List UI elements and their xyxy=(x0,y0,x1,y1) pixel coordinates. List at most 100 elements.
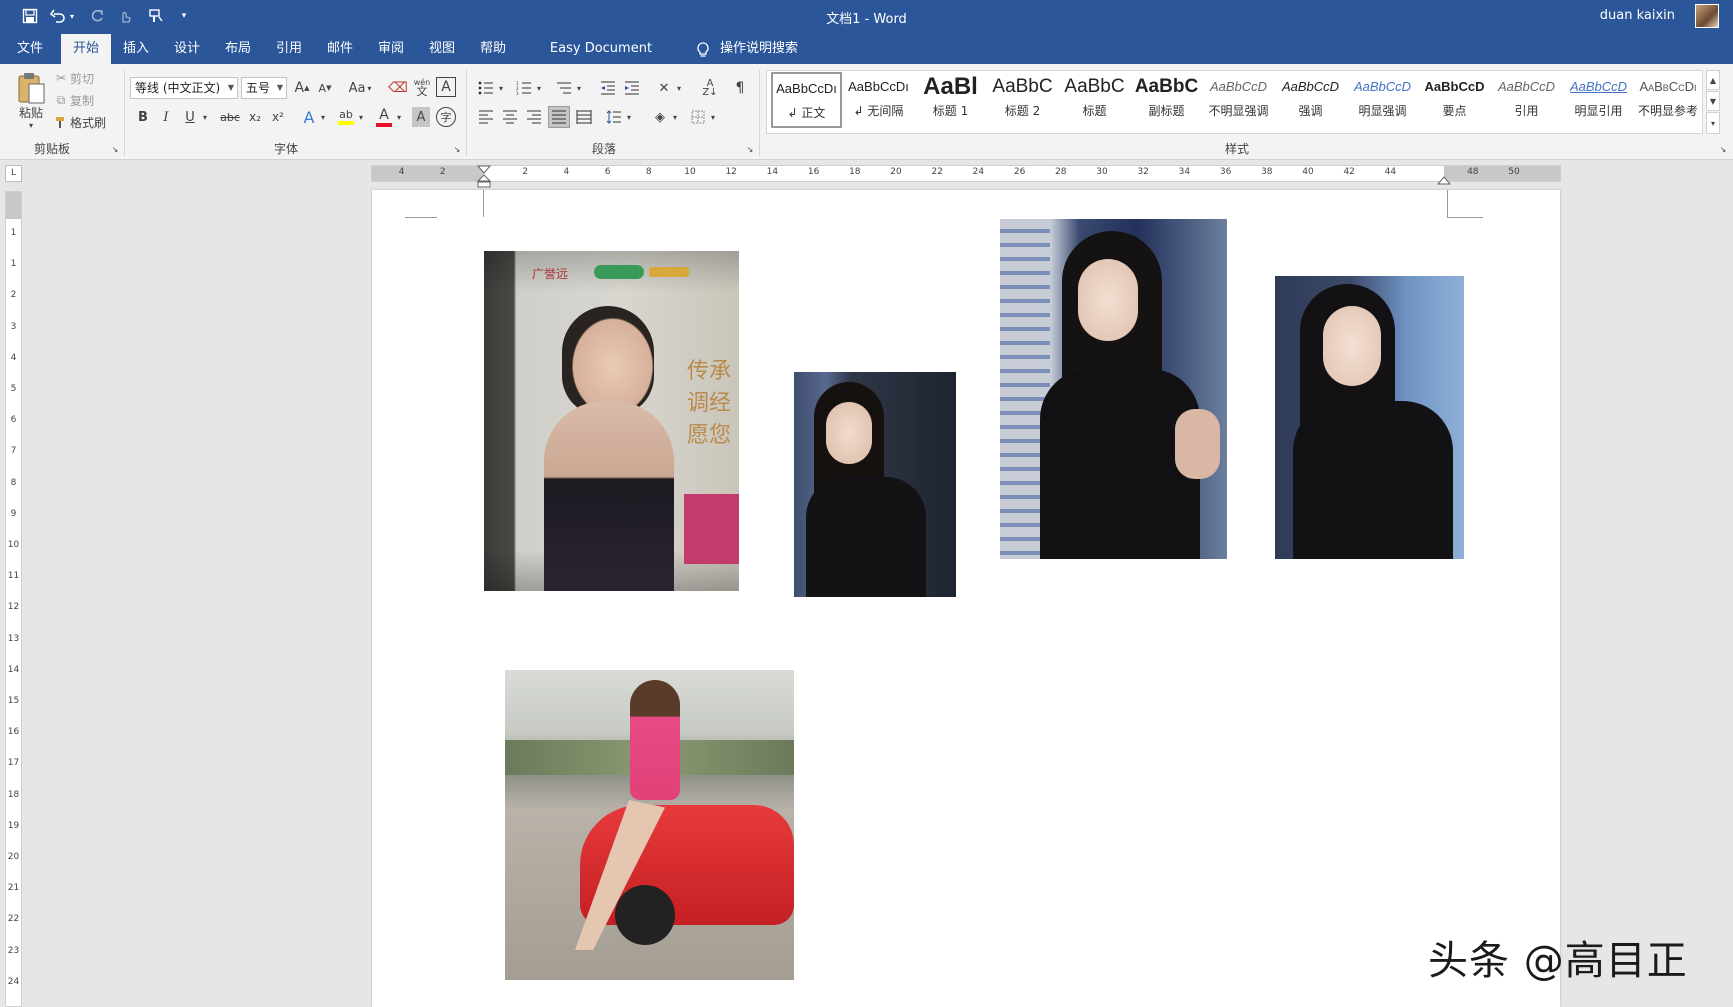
font-color-dropdown-icon[interactable]: ▾ xyxy=(394,106,404,128)
avatar[interactable] xyxy=(1695,4,1719,28)
right-indent-marker[interactable] xyxy=(1436,174,1452,185)
paragraph-launcher-icon[interactable]: ↘ xyxy=(745,144,755,154)
tab-home[interactable]: 开始 xyxy=(61,34,111,64)
shading-bucket-icon[interactable]: ◈ xyxy=(650,106,670,128)
character-shading-icon[interactable]: A xyxy=(412,107,430,127)
style-subtle-emphasis[interactable]: AaBbCcD 不明显强调 xyxy=(1203,72,1274,128)
text-effects-icon[interactable]: A xyxy=(300,106,318,128)
line-spacing-dropdown-icon[interactable]: ▾ xyxy=(624,106,634,128)
format-painter-button[interactable]: 格式刷 xyxy=(70,114,114,130)
styles-launcher-icon[interactable]: ↘ xyxy=(1718,144,1728,154)
text-effects-dropdown-icon[interactable]: ▾ xyxy=(318,106,328,128)
styles-scroll-down-icon[interactable]: ▼ xyxy=(1706,91,1720,111)
copy-button[interactable]: 复制 xyxy=(70,92,104,108)
sort-icon[interactable]: A Z↓ xyxy=(700,77,720,99)
character-border-icon[interactable]: A xyxy=(436,77,456,97)
paste-dropdown-icon[interactable]: ▾ xyxy=(24,120,38,130)
style-heading-2[interactable]: AaBbC 标题 2 xyxy=(987,72,1058,128)
copy-icon[interactable]: ⧉ xyxy=(54,92,68,108)
underline-dropdown-icon[interactable]: ▾ xyxy=(200,106,210,128)
portrait-photo-small[interactable] xyxy=(794,372,956,597)
strikethrough-button[interactable]: abc xyxy=(218,106,242,128)
format-painter-brush-icon[interactable] xyxy=(54,114,68,130)
style-subtitle[interactable]: AaBbC 副标题 xyxy=(1131,72,1202,128)
tab-mailings[interactable]: 邮件 xyxy=(318,34,362,64)
tab-file[interactable]: 文件 xyxy=(8,34,52,64)
increase-indent-icon[interactable] xyxy=(622,77,642,99)
phonetic-guide-button[interactable]: wén 文 xyxy=(412,75,432,99)
bold-button[interactable]: B xyxy=(134,106,152,128)
show-hide-marks-icon[interactable]: ¶ xyxy=(730,77,750,99)
asian-layout-icon[interactable]: ✕ xyxy=(654,77,674,99)
style-quote[interactable]: AaBbCcD 引用 xyxy=(1491,72,1562,128)
styles-scroll-up-icon[interactable]: ▲ xyxy=(1706,70,1720,90)
highlight-button[interactable]: ab xyxy=(336,106,356,128)
tell-me-search[interactable]: 操作说明搜索 xyxy=(720,34,820,64)
cut-icon[interactable]: ✂ xyxy=(54,70,68,86)
tab-references[interactable]: 引用 xyxy=(267,34,311,64)
superscript-button[interactable]: x² xyxy=(268,106,288,128)
justify-icon[interactable] xyxy=(548,106,570,128)
styles-more-icon[interactable]: ▾ xyxy=(1706,112,1720,134)
distributed-icon[interactable] xyxy=(574,106,594,128)
line-spacing-icon[interactable] xyxy=(604,106,624,128)
tab-help[interactable]: 帮助 xyxy=(471,34,515,64)
tab-easy-document-creator[interactable]: Easy Document Creator xyxy=(526,34,676,86)
portrait-photo-right[interactable] xyxy=(1275,276,1464,559)
hanging-indent-marker[interactable] xyxy=(476,174,492,188)
align-right-icon[interactable] xyxy=(524,106,544,128)
tab-view[interactable]: 视图 xyxy=(420,34,464,64)
numbering-dropdown-icon[interactable]: ▾ xyxy=(534,77,544,99)
change-case-button[interactable]: Aa ▾ xyxy=(344,77,376,99)
font-launcher-icon[interactable]: ↘ xyxy=(452,144,462,154)
font-size-dropdown[interactable]: 五号 ▼ xyxy=(241,77,287,99)
vertical-ruler[interactable]: 1 1 2 3 4 5 6 7 8 9 10 11 12 13 14 15 16 17 18 19 20 21 22 23 24… xyxy=(5,191,22,1007)
paste-icon[interactable] xyxy=(14,70,48,106)
asian-layout-dropdown-icon[interactable]: ▾ xyxy=(674,77,684,99)
shading-dropdown-icon[interactable]: ▾ xyxy=(670,106,680,128)
tab-selector[interactable]: L xyxy=(5,165,22,182)
clear-formatting-icon[interactable]: ⌫ xyxy=(388,77,408,99)
lightbulb-icon[interactable] xyxy=(695,41,711,58)
italic-button[interactable]: I xyxy=(157,106,175,128)
numbering-icon[interactable]: 123 xyxy=(514,77,534,99)
horizontal-ruler[interactable]: 4 2 2 4 6 8 10 12 14 16 18 20 22 24 26 28 30 32 34 36 38 40 42… xyxy=(371,164,1561,188)
red-car-photo[interactable] xyxy=(505,670,794,980)
underline-button[interactable]: U xyxy=(181,106,199,128)
enclose-characters-icon[interactable]: 字 xyxy=(436,107,456,127)
style-strong[interactable]: AaBbCcD 要点 xyxy=(1419,72,1490,128)
bullets-dropdown-icon[interactable]: ▾ xyxy=(496,77,506,99)
document-page[interactable]: 广誉远 传承 调经 愿您 xyxy=(372,190,1560,1007)
multilevel-list-icon[interactable] xyxy=(554,77,574,99)
paste-button[interactable]: 粘贴 xyxy=(12,104,50,120)
style-title[interactable]: AaBbC 标题 xyxy=(1059,72,1130,128)
style-subtle-reference[interactable]: AaBbCcDı 不明显参考 xyxy=(1635,72,1701,128)
font-color-button[interactable]: A xyxy=(374,106,394,128)
grow-font-button[interactable]: A ▲ xyxy=(292,77,312,99)
style-heading-1[interactable]: AaBl 标题 1 xyxy=(915,72,986,128)
style-intense-quote[interactable]: AaBbCcD 明显引用 xyxy=(1563,72,1634,128)
borders-dropdown-icon[interactable]: ▾ xyxy=(708,106,718,128)
tab-layout[interactable]: 布局 xyxy=(216,34,260,64)
multilevel-dropdown-icon[interactable]: ▾ xyxy=(574,77,584,99)
subscript-button[interactable]: x₂ xyxy=(245,106,265,128)
tab-insert[interactable]: 插入 xyxy=(114,34,158,64)
billboard-ad-photo[interactable]: 广誉远 传承 调经 愿您 xyxy=(484,251,739,591)
align-center-icon[interactable] xyxy=(500,106,520,128)
align-left-icon[interactable] xyxy=(476,106,496,128)
style-intense-emphasis[interactable]: AaBbCcD 明显强调 xyxy=(1347,72,1418,128)
first-line-indent-marker[interactable] xyxy=(476,164,492,174)
style-normal[interactable]: AaBbCcDı ↲ 正文 xyxy=(771,72,842,128)
cut-button[interactable]: 剪切 xyxy=(70,70,104,86)
decrease-indent-icon[interactable] xyxy=(598,77,618,99)
tab-design[interactable]: 设计 xyxy=(165,34,209,64)
portrait-photo-large[interactable] xyxy=(1000,219,1227,559)
bullets-icon[interactable] xyxy=(476,77,496,99)
style-emphasis[interactable]: AaBbCcD 强调 xyxy=(1275,72,1346,128)
font-name-dropdown[interactable]: 等线 (中文正文) ▼ xyxy=(130,77,238,99)
shrink-font-button[interactable]: A ▼ xyxy=(315,77,335,99)
tab-review[interactable]: 审阅 xyxy=(369,34,413,64)
style-no-spacing[interactable]: AaBbCcDı ↲ 无间隔 xyxy=(843,72,914,128)
user-name[interactable]: duan kaixin xyxy=(1600,8,1675,23)
clipboard-launcher-icon[interactable]: ↘ xyxy=(110,144,120,154)
